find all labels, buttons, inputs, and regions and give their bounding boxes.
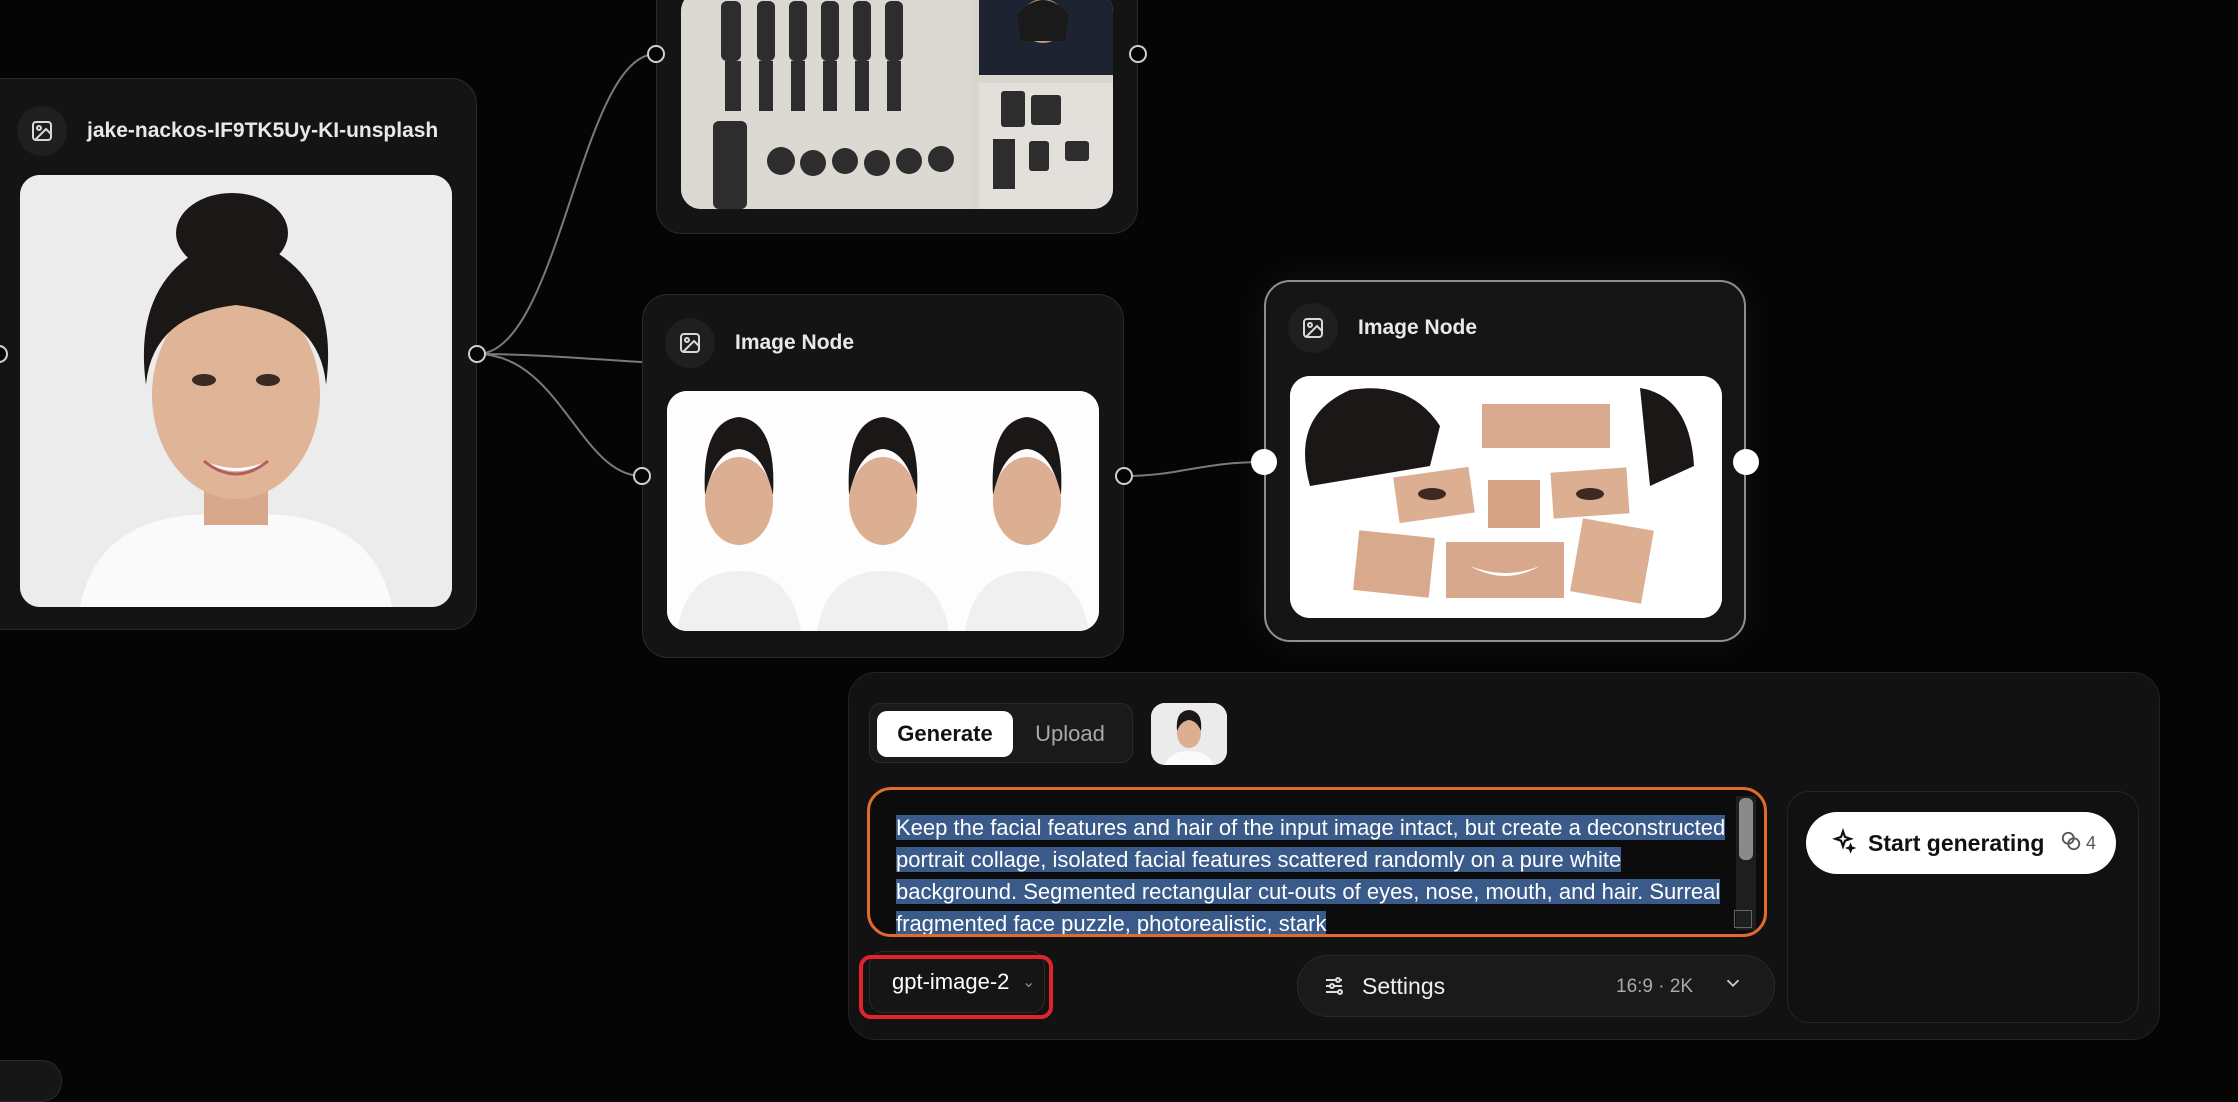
node-title: Image Node bbox=[1358, 316, 1478, 339]
reference-image-thumbnail[interactable] bbox=[1151, 703, 1227, 765]
collage-output-port[interactable] bbox=[1733, 449, 1759, 475]
credits-cost: 4 bbox=[2060, 830, 2096, 857]
generation-panel: Generate Upload Keep the facial features… bbox=[848, 672, 2160, 1040]
source-output-port[interactable] bbox=[468, 345, 486, 363]
tab-generate[interactable]: Generate bbox=[877, 711, 1013, 757]
three-views-output-port[interactable] bbox=[1115, 467, 1133, 485]
settings-value: 16:9 · 2K bbox=[1616, 976, 1694, 997]
three-views-input-port[interactable] bbox=[633, 467, 651, 485]
prompt-textarea[interactable]: Keep the facial features and hair of the… bbox=[867, 787, 1767, 937]
image-node-source[interactable]: jake-nackos-IF9TK5Uy-KI-unsplash bbox=[0, 78, 477, 630]
annotation-highlight-box bbox=[859, 955, 1053, 1019]
sparkles-icon bbox=[1830, 827, 1857, 859]
node-title: jake-nackos-IF9TK5Uy-KI-unsplash bbox=[87, 119, 439, 142]
settings-label: Settings bbox=[1362, 973, 1446, 999]
image-node-turnaround[interactable] bbox=[656, 0, 1138, 234]
image-icon bbox=[665, 318, 715, 368]
chevron-down-icon bbox=[1722, 972, 1744, 999]
mode-tabs: Generate Upload bbox=[869, 703, 1133, 763]
credits-count: 4 bbox=[2085, 832, 2096, 853]
settings-button[interactable]: Settings 16:9 · 2K bbox=[1297, 955, 1775, 1017]
offscreen-node-stub bbox=[0, 1060, 62, 1102]
image-icon bbox=[1288, 303, 1338, 353]
prompt-selection: Keep the facial features and hair of the… bbox=[896, 815, 1726, 936]
start-generating-label: Start generating bbox=[1868, 829, 2045, 856]
start-generating-button[interactable]: Start generating 4 bbox=[1806, 812, 2116, 874]
collage-image bbox=[1290, 376, 1722, 618]
image-node-three-views[interactable]: Image Node bbox=[642, 294, 1124, 658]
image-icon bbox=[17, 106, 67, 156]
tab-upload[interactable]: Upload bbox=[1020, 711, 1120, 757]
scrollbar-thumb[interactable] bbox=[1739, 798, 1753, 860]
turnaround-output-port[interactable] bbox=[1129, 45, 1147, 63]
prompt-text: Keep the facial features and hair of the… bbox=[896, 812, 1736, 936]
collage-input-port[interactable] bbox=[1251, 449, 1277, 475]
sliders-icon bbox=[1322, 974, 1346, 1003]
character-sheet-image bbox=[681, 0, 1113, 209]
node-title: Image Node bbox=[735, 331, 855, 354]
source-portrait-image bbox=[20, 175, 452, 607]
coins-icon bbox=[2060, 830, 2082, 857]
action-area: Start generating 4 bbox=[1787, 791, 2139, 1023]
image-node-collage[interactable]: Image Node bbox=[1264, 280, 1746, 642]
three-views-image bbox=[667, 391, 1099, 631]
resize-handle[interactable] bbox=[1734, 910, 1752, 928]
turnaround-input-port[interactable] bbox=[647, 45, 665, 63]
